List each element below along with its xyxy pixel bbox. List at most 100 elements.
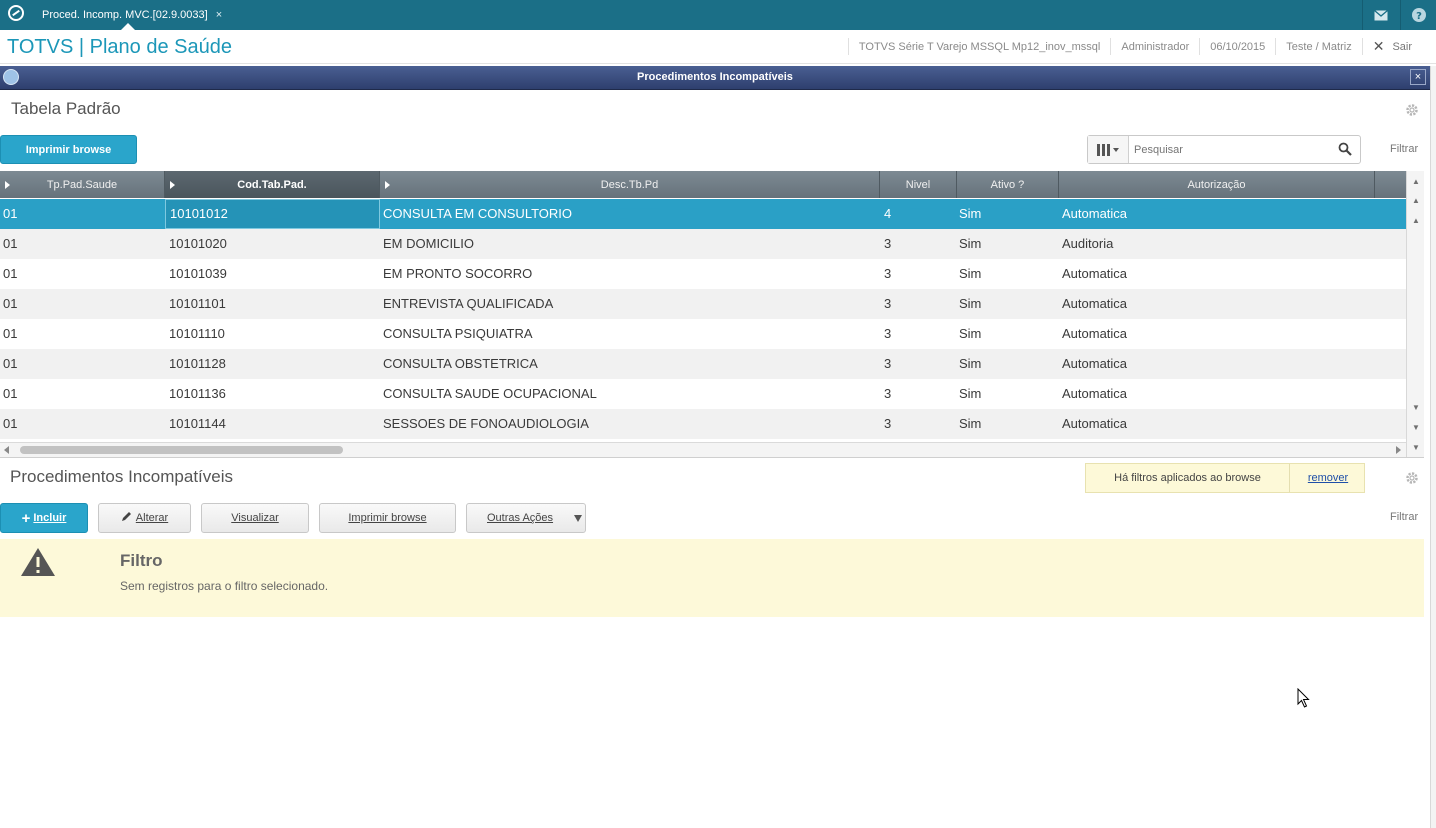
- environment-label: TOTVS Série T Varejo MSSQL Mp12_inov_mss…: [847, 38, 1111, 55]
- scroll-up-icon[interactable]: ▲: [1409, 213, 1423, 227]
- cell-desc-tb-pd: ENTREVISTA QUALIFICADA: [383, 296, 554, 311]
- incluir-button[interactable]: + Incluir: [0, 503, 88, 533]
- cell-ativo: Sim: [959, 236, 982, 251]
- outras-acoes-label: Outras Ações: [487, 512, 554, 524]
- cell-ativo: Sim: [959, 356, 982, 371]
- cell-nivel: 3: [884, 356, 892, 371]
- gear-icon[interactable]: [1405, 471, 1419, 485]
- remove-filter-link[interactable]: remover: [1290, 464, 1366, 492]
- scroll-left-icon[interactable]: [4, 446, 9, 454]
- totvs-logo-icon[interactable]: [8, 5, 24, 21]
- cell-cod-tab-pad: 10101101: [169, 296, 226, 311]
- app-title: TOTVS | Plano de Saúde: [7, 36, 232, 58]
- cell-cod-tab-pad: 10101110: [169, 326, 225, 341]
- cell-desc-tb-pd: EM PRONTO SOCORRO: [383, 266, 533, 281]
- table-row[interactable]: 01 10101136 CONSULTA SAUDE OCUPACIONAL 3 Sim…: [0, 379, 1406, 409]
- mouse-pointer-icon: [1297, 687, 1310, 713]
- column-header-tp-pad-saude[interactable]: Tp.Pad.Saude: [0, 171, 165, 198]
- cell-autorizacao: Automatica: [1062, 296, 1128, 311]
- alterar-button[interactable]: Alterar: [98, 503, 191, 533]
- columns-selector[interactable]: [1088, 136, 1129, 163]
- gear-icon[interactable]: [1405, 103, 1419, 117]
- alert-message: Sem registros para o filtro selecionado.: [120, 579, 329, 593]
- cell-nivel: 3: [884, 236, 892, 251]
- branch-label: Teste / Matriz: [1275, 38, 1361, 55]
- horizontal-scroll-thumb[interactable]: [20, 446, 343, 454]
- filter-notice-text: Há filtros aplicados ao browse: [1086, 464, 1290, 492]
- column-header-cod-tab-pad[interactable]: Cod.Tab.Pad.: [165, 171, 380, 198]
- header-info: TOTVS Série T Varejo MSSQL Mp12_inov_mss…: [847, 30, 1422, 63]
- scroll-page-up-icon[interactable]: ▲: [1409, 193, 1423, 207]
- scroll-right-icon[interactable]: [1396, 446, 1401, 454]
- active-tab-indicator: [121, 23, 135, 30]
- upper-section-title: Tabela Padrão: [11, 99, 121, 118]
- search-icon[interactable]: [1338, 142, 1352, 161]
- procedures-table: Tp.Pad.Saude Cod.Tab.Pad. Desc.Tb.Pd Niv…: [0, 171, 1424, 458]
- column-header-ativo[interactable]: Ativo ?: [957, 171, 1059, 198]
- scroll-bottom-icon[interactable]: ▼: [1409, 440, 1423, 454]
- tab-close-icon[interactable]: ×: [216, 9, 222, 21]
- cell-autorizacao: Automatica: [1062, 356, 1128, 371]
- cell-cod-tab-pad: 10101144: [169, 416, 226, 431]
- search-box: [1087, 135, 1361, 164]
- print-browse-button[interactable]: Imprimir browse: [0, 135, 137, 164]
- table-row[interactable]: 01 10101039 EM PRONTO SOCORRO 3 Sim Automatic…: [0, 259, 1406, 289]
- lower-section-title: Procedimentos Incompatíveis: [10, 467, 233, 486]
- filter-link-lower[interactable]: Filtrar: [1390, 511, 1418, 523]
- cell-tp-pad-saude: 01: [3, 206, 18, 221]
- cell-ativo: Sim: [959, 296, 982, 311]
- cell-desc-tb-pd: CONSULTA SAUDE OCUPACIONAL: [383, 386, 597, 401]
- visualizar-button[interactable]: Visualizar: [201, 503, 309, 533]
- user-label: Administrador: [1110, 38, 1199, 55]
- cell-nivel: 3: [884, 416, 892, 431]
- cell-autorizacao: Automatica: [1062, 386, 1128, 401]
- table-row[interactable]: 01 10101128 CONSULTA OBSTETRICA 3 Sim Automat…: [0, 349, 1406, 379]
- cell-nivel: 3: [884, 386, 892, 401]
- warning-icon: [20, 547, 56, 582]
- cell-autorizacao: Automatica: [1062, 206, 1128, 221]
- column-header-desc-tb-pd[interactable]: Desc.Tb.Pd: [380, 171, 880, 198]
- window-close-button[interactable]: ×: [1410, 69, 1426, 85]
- cell-ativo: Sim: [959, 386, 982, 401]
- logout-button[interactable]: ✕ Sair: [1361, 38, 1422, 55]
- incluir-label: Incluir: [33, 512, 67, 524]
- cell-tp-pad-saude: 01: [3, 236, 18, 251]
- table-row[interactable]: 01 10101012 CONSULTA EM CONSULTORIO 4 Sim Aut…: [0, 199, 1406, 229]
- cell-desc-tb-pd: CONSULTA PSIQUIATRA: [383, 326, 533, 341]
- scroll-top-icon[interactable]: ▲: [1409, 174, 1423, 188]
- chevron-down-icon: [574, 515, 582, 522]
- column-header-autorizacao[interactable]: Autorização: [1059, 171, 1375, 198]
- top-bar: Proced. Incomp. MVC.[02.9.0033] × ?: [0, 0, 1436, 30]
- imprimir-browse-button[interactable]: Imprimir browse: [319, 503, 456, 533]
- table-row[interactable]: 01 10101101 ENTREVISTA QUALIFICADA 3 Sim Auto…: [0, 289, 1406, 319]
- help-icon[interactable]: ?: [1400, 0, 1436, 30]
- tab-label: Proced. Incomp. MVC.[02.9.0033]: [42, 9, 208, 21]
- table-row[interactable]: 01 10101144 SESSOES DE FONOAUDIOLOGIA 3 Sim A…: [0, 409, 1406, 439]
- scroll-down-icon[interactable]: ▼: [1409, 400, 1423, 414]
- vertical-scrollbar[interactable]: ▲ ▲ ▲ ▼ ▼ ▼: [1406, 171, 1424, 457]
- window-title: Procedimentos Incompatíveis: [637, 71, 793, 83]
- cell-desc-tb-pd: CONSULTA EM CONSULTORIO: [383, 206, 573, 221]
- cell-nivel: 4: [884, 206, 892, 221]
- cell-autorizacao: Automatica: [1062, 326, 1128, 341]
- table-row[interactable]: 01 10101020 EM DOMICILIO 3 Sim Auditoria: [0, 229, 1406, 259]
- cell-tp-pad-saude: 01: [3, 266, 18, 281]
- search-input[interactable]: [1132, 140, 1336, 160]
- outras-acoes-dropdown[interactable]: Outras Ações: [466, 503, 586, 533]
- cell-ativo: Sim: [959, 266, 982, 281]
- scroll-page-down-icon[interactable]: ▼: [1409, 420, 1423, 434]
- horizontal-scrollbar[interactable]: [0, 442, 1406, 457]
- cell-nivel: 3: [884, 326, 892, 341]
- column-header-nivel[interactable]: Nivel: [880, 171, 957, 198]
- cell-cod-tab-pad: 10101128: [169, 356, 226, 371]
- alterar-label: Alterar: [135, 512, 169, 524]
- cell-autorizacao: Automatica: [1062, 416, 1128, 431]
- date-label: 06/10/2015: [1199, 38, 1275, 55]
- table-row[interactable]: 01 10101110 CONSULTA PSIQUIATRA 3 Sim Automat…: [0, 319, 1406, 349]
- cell-tp-pad-saude: 01: [3, 296, 18, 311]
- filter-link-upper[interactable]: Filtrar: [1390, 143, 1418, 155]
- app-header: TOTVS | Plano de Saúde TOTVS Série T Var…: [0, 30, 1436, 64]
- cell-nivel: 3: [884, 266, 892, 281]
- cell-nivel: 3: [884, 296, 892, 311]
- mail-icon[interactable]: [1362, 0, 1399, 30]
